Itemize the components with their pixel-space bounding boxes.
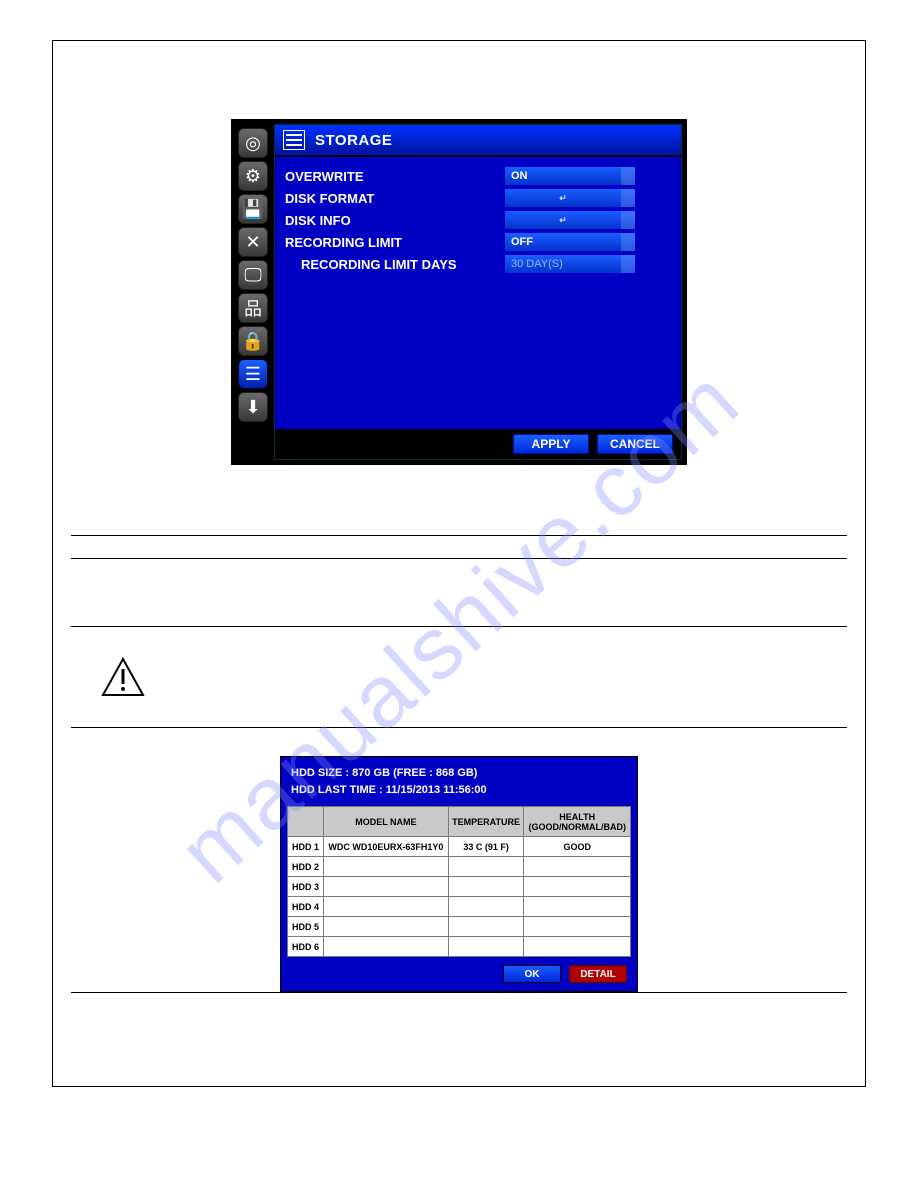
dvr-title: STORAGE bbox=[315, 132, 392, 149]
cancel-button[interactable]: CANCEL bbox=[597, 434, 673, 454]
caution-icon bbox=[101, 657, 145, 697]
detail-button[interactable]: DETAIL bbox=[569, 965, 627, 983]
lock-icon[interactable]: 🔒 bbox=[238, 326, 268, 356]
table-row: HDD 3 bbox=[288, 877, 631, 897]
table-row: HDD 4 bbox=[288, 897, 631, 917]
recording-limit-days-label: RECORDING LIMIT DAYS bbox=[285, 257, 505, 272]
storage-icon[interactable]: ☰ bbox=[238, 359, 268, 389]
camera-icon[interactable]: ◎ bbox=[238, 128, 268, 158]
disk-info-button[interactable]: ↵ bbox=[505, 211, 635, 229]
gear-icon[interactable]: ⚙ bbox=[238, 161, 268, 191]
download-icon[interactable]: ⬇ bbox=[238, 392, 268, 422]
table-row: HDD 6 bbox=[288, 937, 631, 957]
overwrite-select[interactable]: ON bbox=[505, 167, 635, 185]
caution-row bbox=[71, 626, 847, 727]
disk-info-table: MODEL NAME TEMPERATURE HEALTH(GOOD/NORMA… bbox=[287, 806, 631, 957]
enter-icon: ↵ bbox=[559, 193, 567, 204]
col-health: HEALTH(GOOD/NORMAL/BAD) bbox=[524, 807, 631, 837]
ok-button[interactable]: OK bbox=[503, 965, 561, 983]
overwrite-value: ON bbox=[511, 170, 528, 182]
hdd-last-time-text: HDD LAST TIME : 11/15/2013 11:56:00 bbox=[291, 782, 627, 799]
monitor-icon[interactable]: 🖵 bbox=[238, 260, 268, 290]
tools-icon[interactable]: ✕ bbox=[238, 227, 268, 257]
overwrite-label: OVERWRITE bbox=[285, 169, 505, 184]
recording-limit-select[interactable]: OFF bbox=[505, 233, 635, 251]
col-temp: TEMPERATURE bbox=[448, 807, 524, 837]
network-icon[interactable]: 品 bbox=[238, 293, 268, 323]
recording-limit-label: RECORDING LIMIT bbox=[285, 235, 505, 250]
dvr-title-bar: STORAGE bbox=[275, 125, 681, 157]
recording-limit-days-value: 30 DAY(S) bbox=[511, 258, 563, 270]
disk-info-label: DISK INFO bbox=[285, 213, 505, 228]
hdd-size-text: HDD SIZE : 870 GB (FREE : 868 GB) bbox=[291, 765, 627, 782]
save-icon[interactable]: 💾 bbox=[238, 194, 268, 224]
table-row: HDD 1 WDC WD10EURX-63FH1Y0 33 C (91 F) G… bbox=[288, 837, 631, 857]
recording-limit-value: OFF bbox=[511, 236, 533, 248]
storage-title-icon bbox=[283, 130, 305, 150]
apply-button[interactable]: APPLY bbox=[513, 434, 589, 454]
dvr-sidebar: ◎ ⚙ 💾 ✕ 🖵 品 🔒 ☰ ⬇ bbox=[236, 124, 270, 460]
disk-format-button[interactable]: ↵ bbox=[505, 189, 635, 207]
table-row: HDD 2 bbox=[288, 857, 631, 877]
table-row: HDD 5 bbox=[288, 917, 631, 937]
disk-info-screenshot: HDD SIZE : 870 GB (FREE : 868 GB) HDD LA… bbox=[280, 756, 638, 992]
col-model: MODEL NAME bbox=[324, 807, 449, 837]
storage-screenshot: ◎ ⚙ 💾 ✕ 🖵 品 🔒 ☰ ⬇ STORAGE OVERWRITE bbox=[231, 119, 687, 465]
enter-icon: ↵ bbox=[559, 215, 567, 226]
recording-limit-days-select[interactable]: 30 DAY(S) bbox=[505, 255, 635, 273]
disk-format-label: DISK FORMAT bbox=[285, 191, 505, 206]
